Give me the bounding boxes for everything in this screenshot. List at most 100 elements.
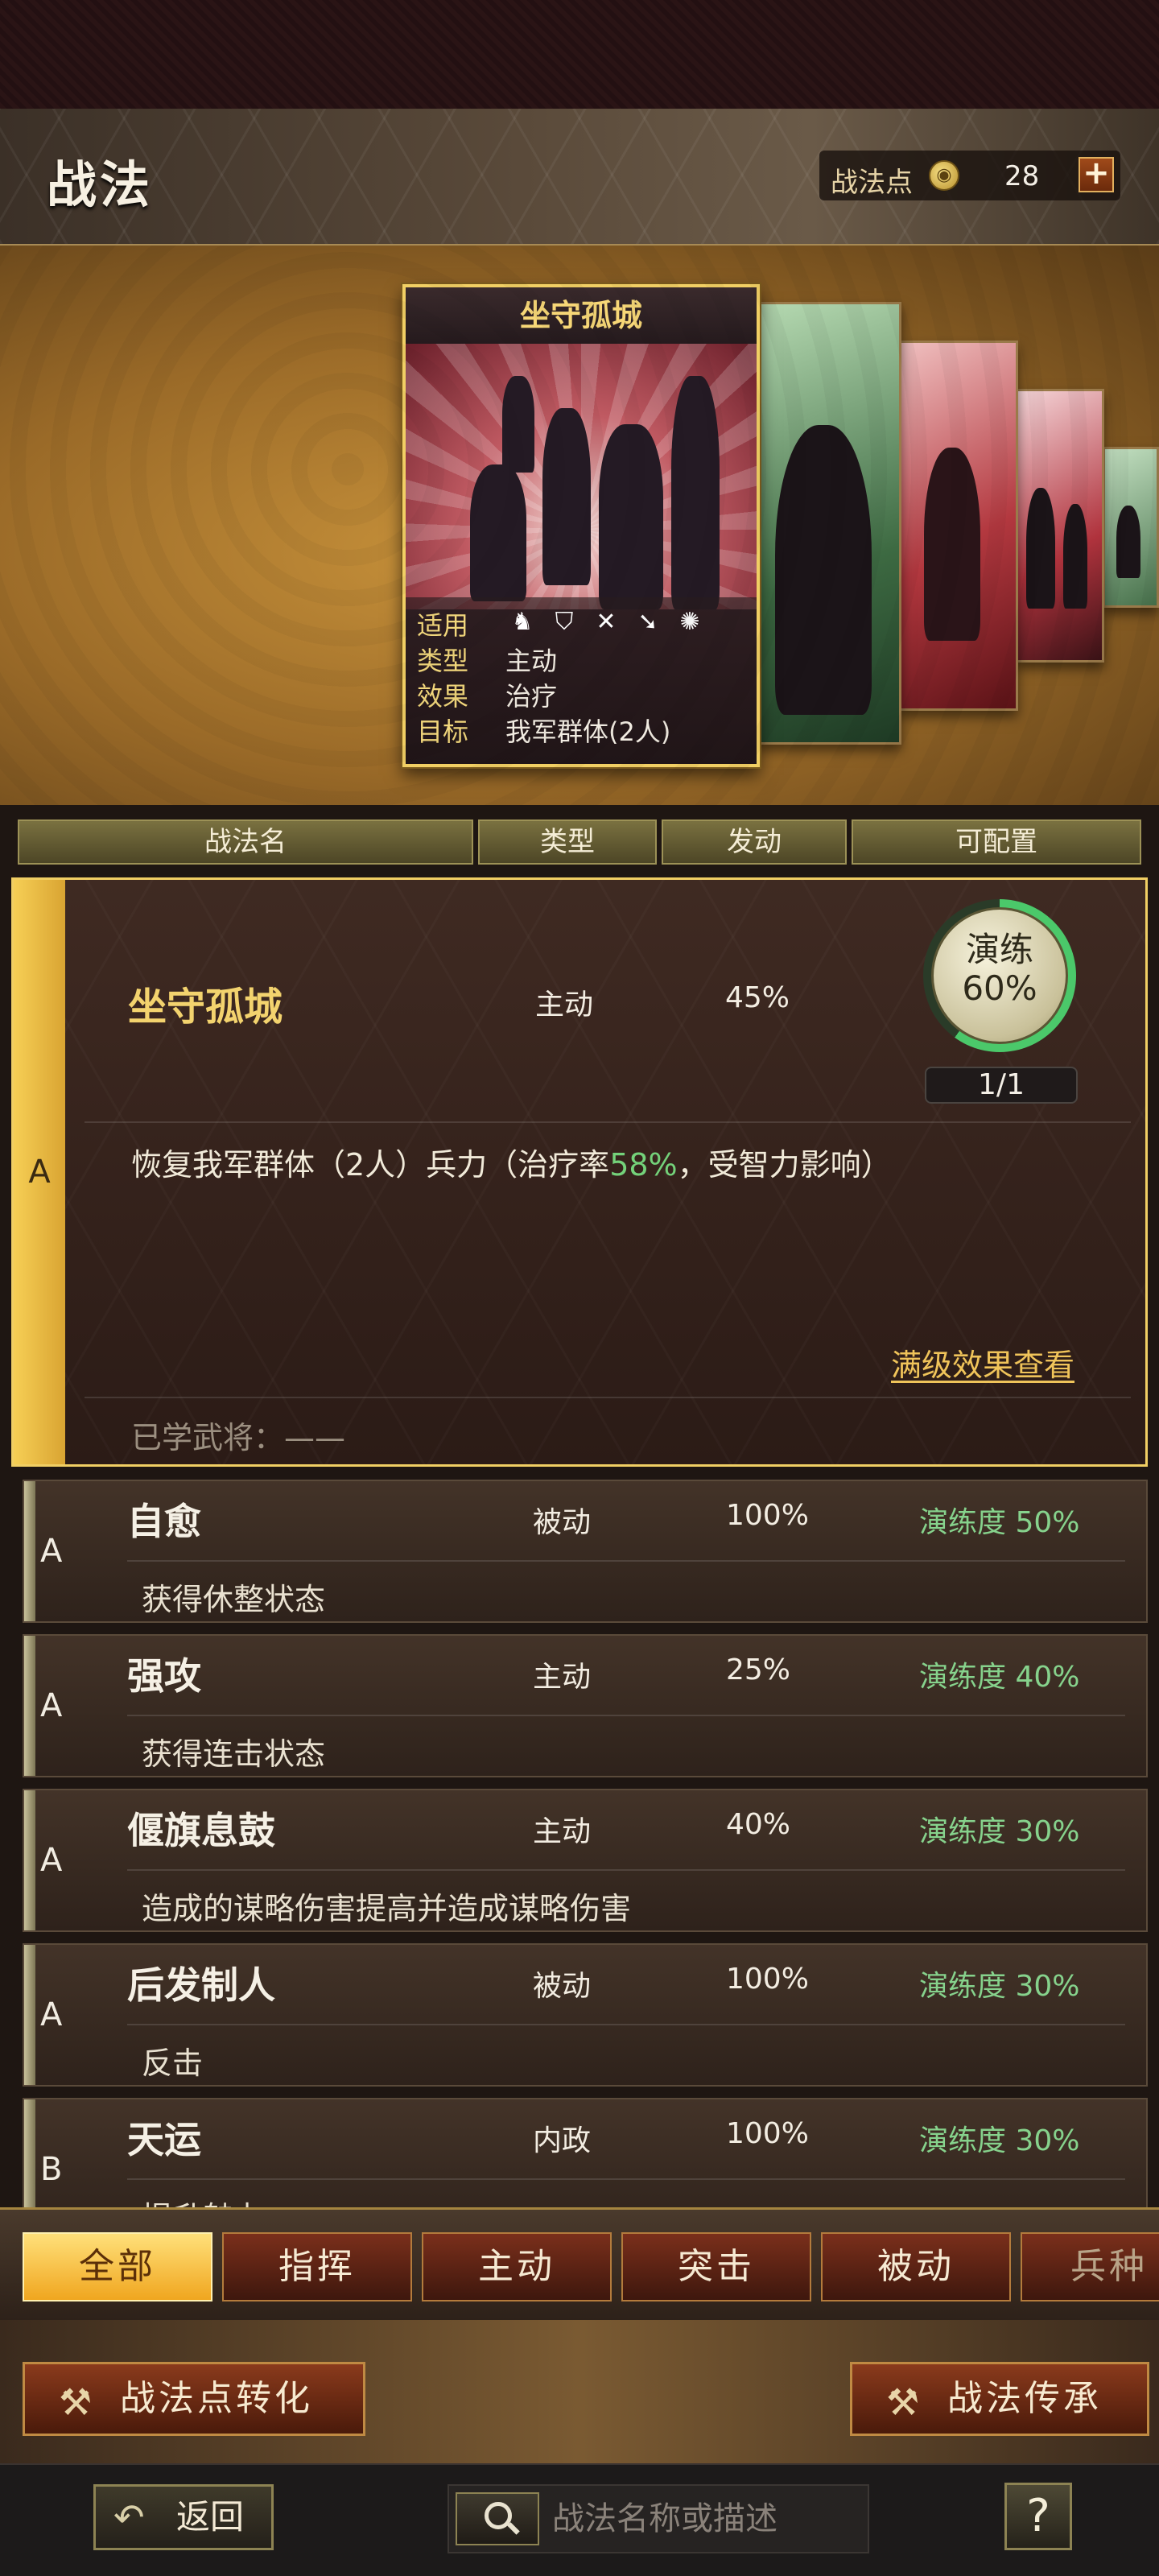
heal-rate-highlight: 58%: [609, 1147, 678, 1183]
grade-bar: [24, 2099, 35, 2210]
practice-level: 演练度 30%: [919, 2124, 1080, 2157]
search-icon[interactable]: [456, 2492, 539, 2545]
cavalry-icon: ♞: [511, 608, 534, 636]
tactic-card[interactable]: [1016, 389, 1104, 663]
filter-tabs: 全部 指挥 主动 突击 被动 兵种: [0, 2207, 1159, 2320]
search-box: [448, 2484, 869, 2553]
top-decor-band: [0, 0, 1159, 109]
tactic-name: 强攻: [127, 1654, 201, 1698]
tactic-description: 反击: [142, 2046, 204, 2081]
help-button[interactable]: ?: [1004, 2483, 1072, 2550]
convert-points-label: 战法点转化: [120, 2378, 313, 2419]
tactic-card[interactable]: [1103, 447, 1159, 608]
grade-bar: [24, 1636, 35, 1776]
tactic-name: 偃旗息鼓: [127, 1809, 275, 1852]
troop-type-icons: ♞ ⛉ ✕ ➘ ✺: [507, 607, 705, 638]
back-button[interactable]: ↶ 返回: [93, 2484, 274, 2550]
tactic-card[interactable]: [897, 341, 1018, 711]
grade-badge: A: [40, 1996, 63, 2033]
divider: [127, 1560, 1125, 1562]
tactic-trigger-rate: 100%: [726, 1963, 809, 1996]
inherit-tactic-button[interactable]: ⚒ 战法传承: [850, 2362, 1149, 2436]
tactic-trigger-rate: 25%: [726, 1653, 791, 1686]
tactic-card[interactable]: [757, 302, 901, 745]
back-label: 返回: [176, 2497, 245, 2537]
tab-troop[interactable]: 兵种: [1021, 2232, 1159, 2301]
convert-points-button[interactable]: ⚒ 战法点转化: [23, 2362, 365, 2436]
divider: [127, 1869, 1125, 1871]
wheel-icon: ✺: [679, 608, 700, 636]
featured-card-art: [406, 344, 757, 609]
max-level-effect-link[interactable]: 满级效果查看: [891, 1340, 1074, 1385]
hammer-icon: ⚒: [886, 2380, 923, 2424]
featured-card-stats: 适用 ♞ ⛉ ✕ ➘ ✺ 类型 主动 效果 治疗 目标 我军群体(2人): [406, 597, 757, 764]
practice-progress-dial[interactable]: 演练 60%: [923, 899, 1076, 1052]
column-headers: 战法名 类型 发动 可配置: [18, 819, 1141, 865]
selected-tactic-item[interactable]: A 坐守孤城 主动 45% 演练 60% 1/1 恢复我军群体（2人）兵力（治疗…: [11, 877, 1148, 1467]
grade-badge: A: [40, 1687, 63, 1724]
page-header: 战法 战法点 ◉ 28 +: [0, 109, 1159, 246]
tactic-name: 后发制人: [127, 1963, 275, 2007]
list-item[interactable]: A 偃旗息鼓 主动 40% 演练度 30% 造成的谋略伤害提高并造成谋略伤害: [23, 1789, 1148, 1932]
inherit-tactic-label: 战法传承: [947, 2378, 1102, 2419]
column-header-name[interactable]: 战法名: [18, 819, 473, 865]
tactic-type: 主动: [533, 1815, 592, 1848]
action-band: ⚒ 战法点转化 ⚒ 战法传承: [0, 2320, 1159, 2463]
tactic-trigger-rate: 45%: [725, 981, 790, 1014]
tactic-count: 1/1: [925, 1067, 1078, 1104]
tactic-trigger-rate: 40%: [726, 1808, 791, 1841]
tactic-description: 恢复我军群体（2人）兵力（治疗率58%，受智力影响）: [131, 1128, 892, 1202]
practice-value: 60%: [962, 968, 1037, 1008]
grade-bar: [24, 1945, 35, 2085]
tactic-card-carousel[interactable]: 坐守孤城 适用 ♞ ⛉ ✕ ➘ ✺ 类型 主动 效果 治疗 目标 我军群体(2人…: [0, 246, 1159, 805]
stat-row-target: 目标 我军群体(2人): [417, 712, 757, 747]
column-header-type[interactable]: 类型: [478, 819, 657, 865]
list-item[interactable]: B 天运 内政 100% 演练度 30% 提升魅力: [23, 2098, 1148, 2210]
practice-label: 演练: [965, 930, 1033, 969]
tactic-trigger-rate: 100%: [726, 2117, 809, 2150]
column-header-trigger[interactable]: 发动: [662, 819, 847, 865]
crossed-arrows-icon: ✕: [596, 608, 617, 636]
tactic-type: 被动: [533, 1970, 592, 2003]
list-item[interactable]: A 后发制人 被动 100% 演练度 30% 反击: [23, 1943, 1148, 2087]
tactic-type: 内政: [533, 2124, 592, 2157]
grade-badge: A: [14, 880, 65, 1464]
hammer-icon: ⚒: [59, 2380, 96, 2424]
tab-active[interactable]: 主动: [422, 2232, 612, 2301]
tactic-points-box: 战法点 ◉ 28 +: [819, 151, 1120, 200]
stat-value: 我军群体(2人): [505, 716, 671, 747]
tactic-description: 获得连击状态: [142, 1736, 326, 1772]
tab-command[interactable]: 指挥: [222, 2232, 412, 2301]
tab-all[interactable]: 全部: [23, 2232, 212, 2301]
search-input[interactable]: [552, 2494, 858, 2544]
coin-icon: ◉: [929, 160, 959, 191]
practice-level: 演练度 50%: [919, 1506, 1080, 1539]
practice-dial-face: 演练 60%: [931, 907, 1068, 1044]
tab-assault[interactable]: 突击: [621, 2232, 811, 2301]
tactic-type: 主动: [533, 1661, 592, 1694]
divider: [127, 2178, 1125, 2180]
column-header-configurable[interactable]: 可配置: [852, 819, 1141, 865]
tactic-points-value: 28: [1004, 160, 1040, 192]
grade-bar: [24, 1790, 35, 1930]
stat-row-effect: 效果 治疗: [417, 676, 757, 712]
tactic-type: 主动: [535, 989, 594, 1022]
page-title: 战法: [47, 155, 154, 214]
description-text: ，受智力影响）: [677, 1147, 892, 1183]
grade-badge: A: [40, 1533, 63, 1570]
list-item[interactable]: A 自愈 被动 100% 演练度 50% 获得休整状态: [23, 1480, 1148, 1623]
featured-tactic-card[interactable]: 坐守孤城 适用 ♞ ⛉ ✕ ➘ ✺ 类型 主动 效果 治疗 目标 我军群体(2人…: [402, 284, 760, 767]
stat-key: 类型: [417, 646, 469, 676]
divider: [85, 1121, 1131, 1123]
stat-key: 目标: [417, 716, 469, 747]
tactic-name: 自愈: [127, 1500, 201, 1543]
divider: [127, 2024, 1125, 2025]
add-points-button[interactable]: +: [1079, 157, 1114, 192]
stat-row-type: 类型 主动: [417, 641, 757, 676]
tactic-name: 天运: [127, 2118, 201, 2161]
stat-row-applicable: 适用 ♞ ⛉ ✕ ➘ ✺: [417, 605, 757, 641]
list-item[interactable]: A 强攻 主动 25% 演练度 40% 获得连击状态: [23, 1634, 1148, 1777]
tab-passive[interactable]: 被动: [821, 2232, 1011, 2301]
practice-level: 演练度 30%: [919, 1970, 1080, 2003]
tactic-list[interactable]: A 坐守孤城 主动 45% 演练 60% 1/1 恢复我军群体（2人）兵力（治疗…: [11, 877, 1148, 2210]
